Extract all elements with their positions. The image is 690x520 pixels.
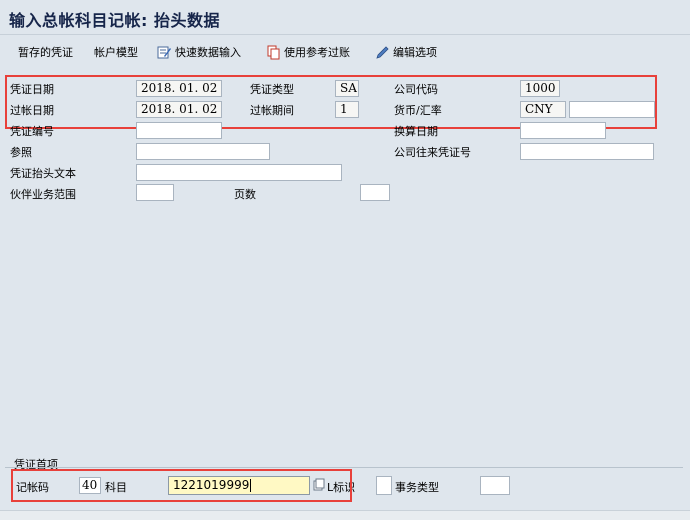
sgl-indicator-label: L标识 [327, 481, 356, 494]
currency-field[interactable]: CNY [520, 101, 566, 118]
partner-ba-label: 伙伴业务范围 [10, 188, 76, 201]
partner-ba-field[interactable] [136, 184, 174, 201]
period-label: 过帐期间 [250, 104, 294, 117]
transaction-type-field[interactable] [480, 476, 510, 495]
doc-type-field[interactable]: SA [335, 80, 359, 97]
page-title: 输入总帐科目记帐: 抬头数据 [9, 11, 220, 30]
company-code-label: 公司代码 [394, 83, 438, 96]
translation-date-field[interactable] [520, 122, 606, 139]
company-code-field[interactable]: 1000 [520, 80, 560, 97]
reference-label: 参照 [10, 146, 32, 159]
editing-options-label: 编辑选项 [393, 46, 437, 59]
page-count-field[interactable] [360, 184, 390, 201]
header-text-label: 凭证抬头文本 [10, 167, 76, 180]
account-model-label: 帐户模型 [94, 46, 138, 59]
posting-key-field[interactable]: 40 [79, 477, 101, 494]
fast-entry-button[interactable]: 快速数据输入 [157, 44, 241, 60]
posting-key-label: 记帐码 [16, 481, 49, 494]
post-with-reference-button[interactable]: 使用参考过账 [266, 44, 350, 60]
doc-date-label: 凭证日期 [10, 83, 54, 96]
exchange-rate-field[interactable] [569, 101, 655, 118]
account-value: 1221019999 [173, 478, 250, 492]
account-label: 科目 [105, 481, 127, 494]
held-document-button[interactable]: 暂存的凭证 [18, 44, 73, 60]
account-input[interactable]: 1221019999 [168, 476, 310, 495]
title-bar: 输入总帐科目记帐: 抬头数据 [0, 0, 690, 35]
transaction-type-label: 事务类型 [395, 481, 439, 494]
page-count-label: 页数 [234, 188, 256, 201]
editing-options-button[interactable]: 编辑选项 [375, 44, 437, 60]
doc-date-field[interactable]: 2018. 01. 02 [136, 80, 222, 97]
posting-date-label: 过帐日期 [10, 104, 54, 117]
copy-document-icon [267, 45, 280, 59]
intercompany-label: 公司往来凭证号 [394, 146, 471, 159]
value-help-icon [313, 478, 325, 491]
doc-number-field[interactable] [136, 122, 222, 139]
period-field[interactable]: 1 [335, 101, 359, 118]
pencil-icon [376, 45, 389, 59]
account-model-button[interactable]: 帐户模型 [94, 44, 138, 60]
intercompany-field[interactable] [520, 143, 654, 160]
application-toolbar: 暂存的凭证 帐户模型 快速数据输入 使用参考过账 编辑选项 [0, 38, 690, 64]
fast-entry-icon [157, 46, 171, 58]
doc-type-label: 凭证类型 [250, 83, 294, 96]
doc-number-label: 凭证编号 [10, 125, 54, 138]
currency-label: 货币/汇率 [394, 104, 442, 117]
post-with-reference-label: 使用参考过账 [284, 46, 350, 59]
header-text-field[interactable] [136, 164, 342, 181]
fast-entry-label: 快速数据输入 [175, 46, 241, 59]
first-item-group-title: 凭证首项 [14, 458, 58, 471]
held-document-label: 暂存的凭证 [18, 46, 73, 59]
translation-date-label: 换算日期 [394, 125, 438, 138]
reference-field[interactable] [136, 143, 270, 160]
sgl-indicator-field[interactable] [376, 476, 392, 495]
search-help-button[interactable] [312, 478, 326, 492]
posting-date-field[interactable]: 2018. 01. 02 [136, 101, 222, 118]
text-cursor [250, 479, 252, 492]
group-divider [5, 467, 683, 468]
